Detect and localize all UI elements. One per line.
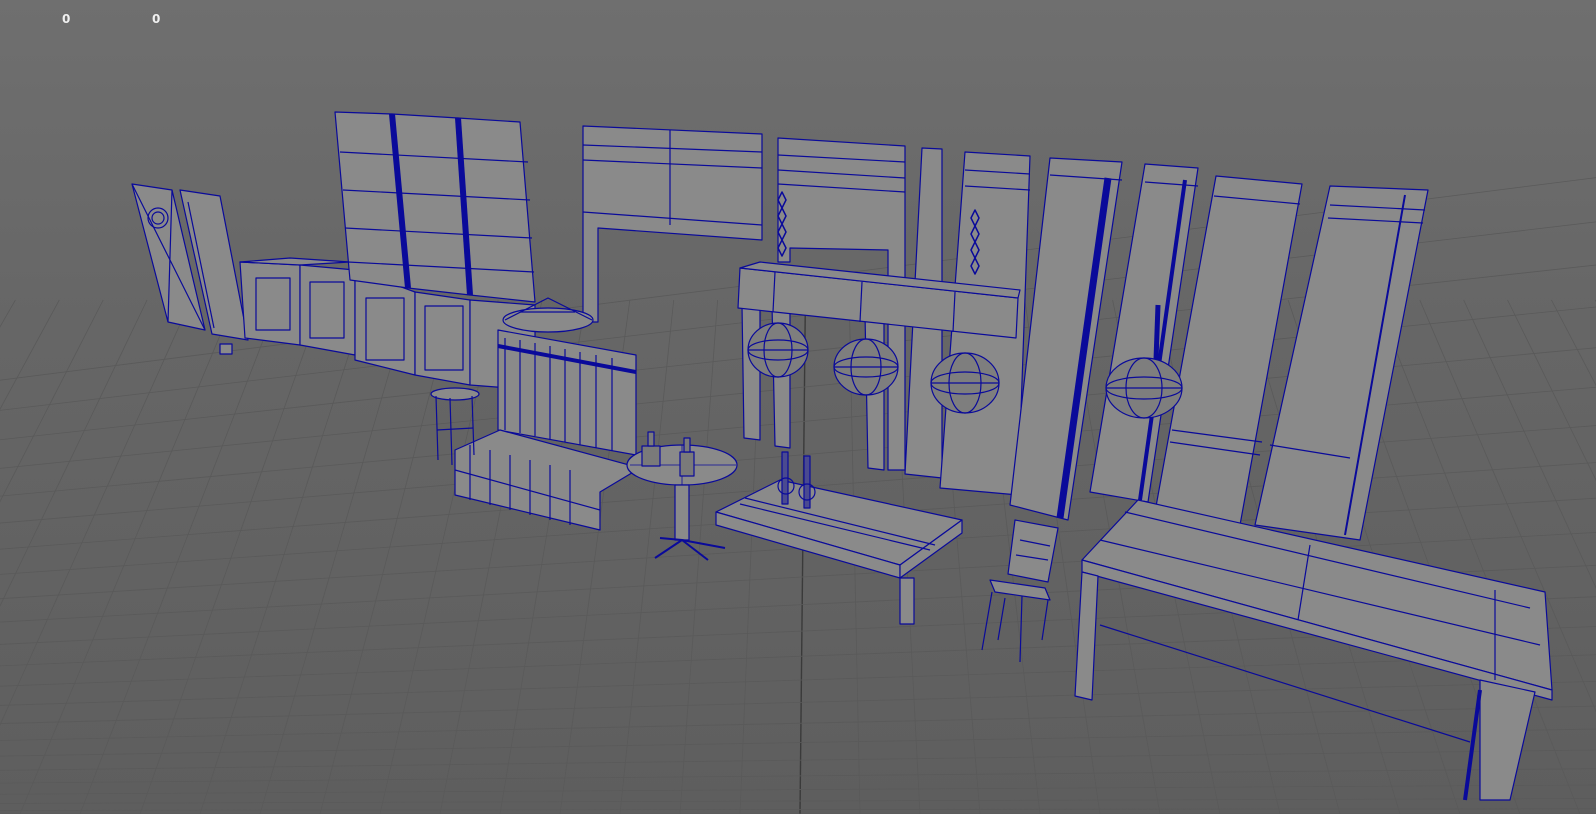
wall-panel-arch[interactable] bbox=[582, 125, 763, 323]
grid-line bbox=[0, 299, 104, 503]
long-coffee-table[interactable] bbox=[715, 479, 963, 625]
grid-line bbox=[0, 299, 16, 328]
tall-bookshelf[interactable] bbox=[334, 111, 536, 303]
scene-canvas[interactable] bbox=[0, 0, 1596, 814]
grid-line bbox=[19, 299, 236, 814]
grid-line bbox=[0, 808, 1596, 811]
grid-line bbox=[0, 768, 1596, 784]
large-wooden-table[interactable] bbox=[1074, 499, 1553, 801]
grid-line bbox=[799, 299, 807, 814]
3d-viewport[interactable]: 0 0 bbox=[0, 0, 1596, 814]
lamp-globe-2[interactable] bbox=[833, 338, 899, 396]
grid-line bbox=[0, 680, 1596, 724]
grid-line bbox=[0, 299, 60, 410]
grid-line bbox=[0, 705, 1596, 741]
lamp-globe-4[interactable] bbox=[1105, 357, 1183, 419]
grid-line bbox=[679, 299, 718, 814]
lamp-globe-3[interactable] bbox=[930, 352, 1000, 414]
grid-line bbox=[1375, 299, 1581, 814]
lamp-globe-1[interactable] bbox=[747, 322, 809, 378]
grid-line bbox=[0, 798, 1596, 804]
grid-line bbox=[0, 784, 1596, 795]
small-cube[interactable] bbox=[219, 343, 233, 355]
grid-line bbox=[1551, 299, 1596, 387]
grid-line bbox=[0, 728, 1596, 757]
grid-line bbox=[0, 749, 1596, 771]
